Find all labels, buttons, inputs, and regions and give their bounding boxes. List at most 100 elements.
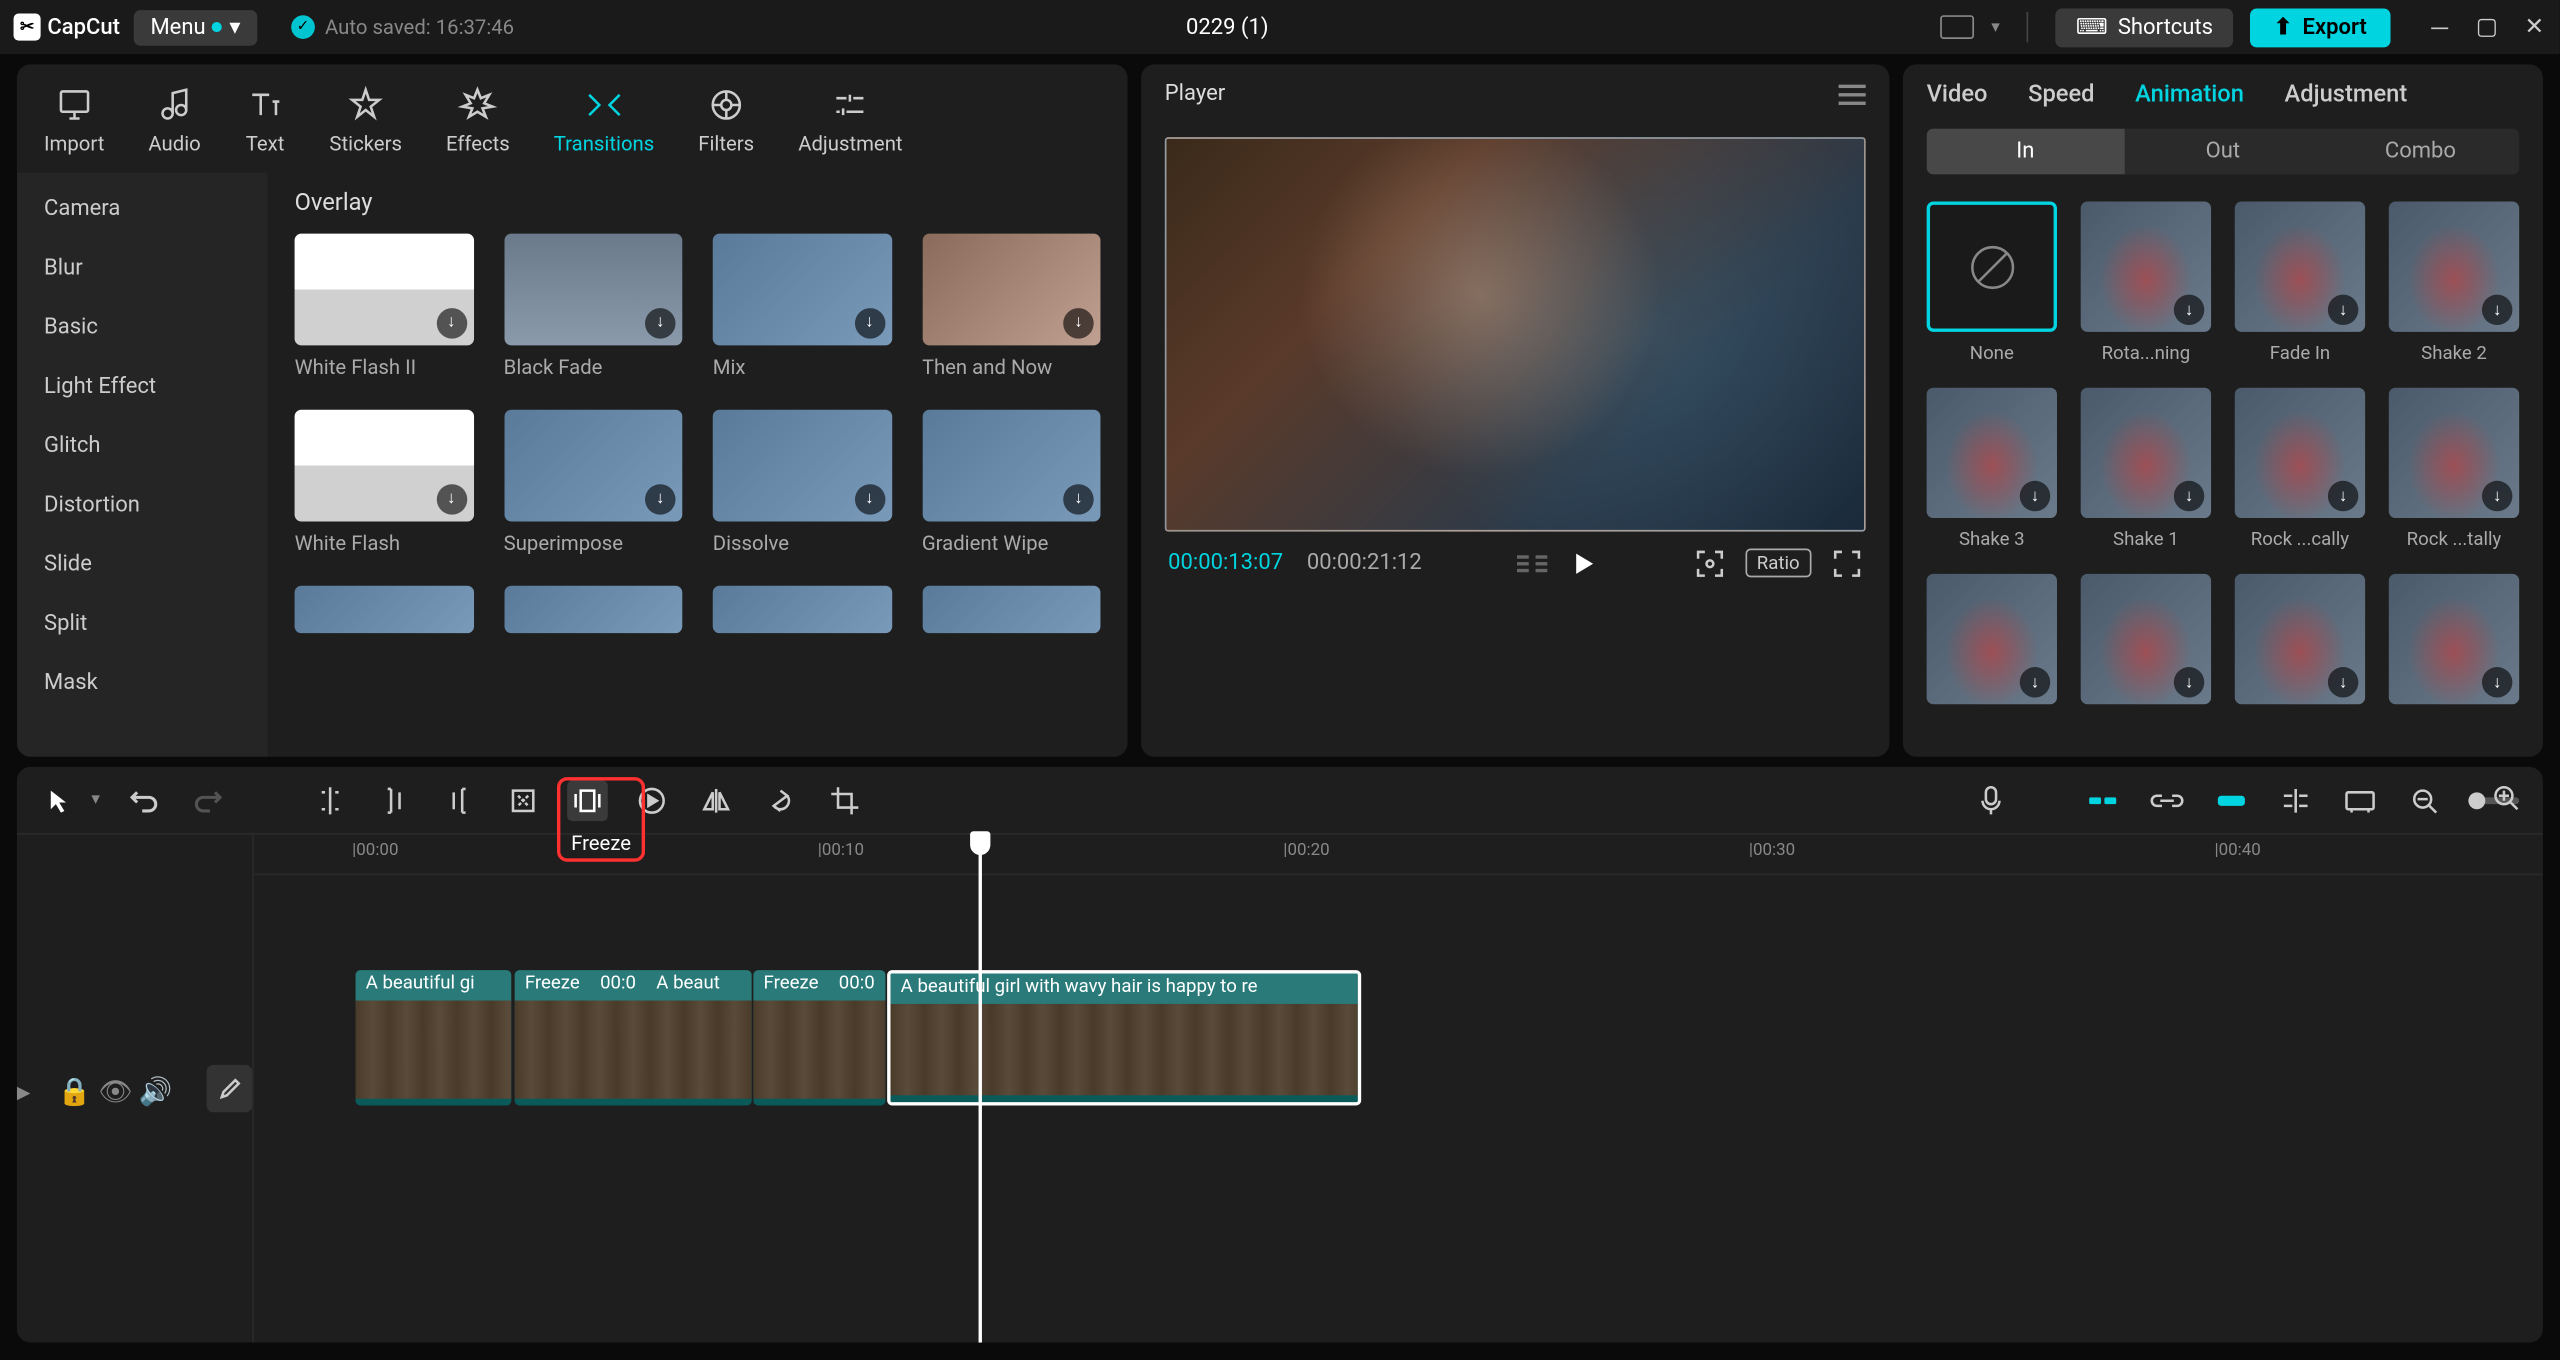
- asset-tab-adjustment[interactable]: Adjustment: [778, 78, 923, 163]
- category-light-effect[interactable]: Light Effect: [17, 357, 268, 416]
- category-slide[interactable]: Slide: [17, 535, 268, 594]
- minimize-button[interactable]: ─: [2428, 15, 2452, 39]
- shortcuts-button[interactable]: ⌨ Shortcuts: [2056, 8, 2234, 47]
- download-icon[interactable]: ↓: [2328, 295, 2358, 325]
- asset-tab-text[interactable]: Text: [224, 78, 305, 163]
- category-basic[interactable]: Basic: [17, 298, 268, 357]
- download-icon[interactable]: ↓: [854, 484, 884, 514]
- transition-item[interactable]: [713, 586, 892, 633]
- prop-tab-video[interactable]: Video: [1927, 81, 1988, 108]
- animation-item[interactable]: None: [1927, 201, 2057, 364]
- transition-item[interactable]: ↓Dissolve: [713, 410, 892, 555]
- anim-subtab-in[interactable]: In: [1927, 129, 2125, 175]
- transition-item[interactable]: ↓Superimpose: [504, 410, 683, 555]
- animation-item[interactable]: ↓: [2235, 574, 2365, 715]
- player-menu-icon[interactable]: [1839, 84, 1866, 104]
- anim-subtab-combo[interactable]: Combo: [2322, 129, 2519, 175]
- prop-tab-adjustment[interactable]: Adjustment: [2285, 81, 2408, 108]
- delete-tool[interactable]: [503, 780, 544, 821]
- transition-item[interactable]: ↓White Flash II: [295, 234, 474, 379]
- maximize-button[interactable]: ▢: [2475, 15, 2499, 39]
- select-tool[interactable]: [41, 780, 82, 821]
- redo-button[interactable]: [188, 780, 229, 821]
- download-icon[interactable]: ↓: [1063, 308, 1093, 338]
- download-icon[interactable]: ↓: [2482, 295, 2512, 325]
- download-icon[interactable]: ↓: [645, 308, 675, 338]
- download-icon[interactable]: ↓: [2174, 295, 2204, 325]
- chevron-down-icon[interactable]: ▾: [91, 791, 100, 810]
- mic-icon[interactable]: [1971, 780, 2012, 821]
- ratio-button[interactable]: Ratio: [1745, 549, 1812, 578]
- transition-item[interactable]: ↓Gradient Wipe: [922, 410, 1101, 555]
- timeline-clip[interactable]: Freeze00:0: [753, 970, 885, 1105]
- animation-item[interactable]: ↓: [2081, 574, 2211, 715]
- download-icon[interactable]: ↓: [2328, 481, 2358, 511]
- animation-item[interactable]: ↓Shake 1: [2081, 388, 2211, 551]
- speaker-icon[interactable]: 🔊: [139, 1075, 166, 1102]
- timeline-clip[interactable]: A beautiful girl with wavy hair is happy…: [887, 970, 1361, 1105]
- fullscreen-icon[interactable]: [1832, 548, 1862, 578]
- close-button[interactable]: ✕: [2523, 15, 2547, 39]
- animation-item[interactable]: ↓Rock ...tally: [2389, 388, 2519, 551]
- download-icon[interactable]: ↓: [2328, 667, 2358, 697]
- prop-tab-speed[interactable]: Speed: [2028, 81, 2094, 108]
- animation-item[interactable]: ↓Shake 2: [2389, 201, 2519, 364]
- zoom-out-icon[interactable]: [2404, 780, 2445, 821]
- category-split[interactable]: Split: [17, 594, 268, 653]
- animation-item[interactable]: ↓Rock ...cally: [2235, 388, 2365, 551]
- transition-item[interactable]: [295, 586, 474, 633]
- timeline-ruler[interactable]: |00:00|00:10|00:20|00:30|00:40: [254, 835, 2543, 876]
- preview-icon[interactable]: [2340, 780, 2381, 821]
- download-icon[interactable]: ↓: [2482, 667, 2512, 697]
- trim-right-tool[interactable]: [439, 780, 480, 821]
- asset-tab-effects[interactable]: Effects: [426, 78, 530, 163]
- chevron-down-icon[interactable]: ▾: [1991, 18, 2000, 37]
- asset-tab-audio[interactable]: Audio: [128, 78, 221, 163]
- trim-left-tool[interactable]: [374, 780, 415, 821]
- download-icon[interactable]: ↓: [2174, 667, 2204, 697]
- download-icon[interactable]: ↓: [854, 308, 884, 338]
- download-icon[interactable]: ↓: [645, 484, 675, 514]
- zoom-in-icon[interactable]: [2492, 784, 2519, 811]
- download-icon[interactable]: ↓: [2174, 481, 2204, 511]
- transition-item[interactable]: ↓Mix: [713, 234, 892, 379]
- focus-icon[interactable]: [1694, 548, 1724, 578]
- split-tool[interactable]: [310, 780, 351, 821]
- asset-tab-stickers[interactable]: Stickers: [309, 78, 422, 163]
- animation-item[interactable]: ↓: [2389, 574, 2519, 715]
- asset-tab-import[interactable]: Import: [24, 78, 125, 163]
- asset-tab-filters[interactable]: Filters: [678, 78, 775, 163]
- reverse-tool[interactable]: [632, 780, 673, 821]
- category-camera[interactable]: Camera: [17, 179, 268, 238]
- category-glitch[interactable]: Glitch: [17, 416, 268, 475]
- lock-icon[interactable]: 🔒: [58, 1075, 85, 1102]
- download-icon[interactable]: ↓: [1063, 484, 1093, 514]
- menu-button[interactable]: Menu ▾: [134, 9, 258, 45]
- freeze-tool[interactable]: [567, 780, 608, 821]
- eye-icon[interactable]: 👁: [98, 1075, 125, 1102]
- animation-item[interactable]: ↓Fade In: [2235, 201, 2365, 364]
- transition-item[interactable]: [922, 586, 1101, 633]
- layout-icon[interactable]: [1940, 15, 1974, 39]
- video-preview[interactable]: [1165, 137, 1866, 531]
- magnet-icon[interactable]: [2082, 780, 2123, 821]
- link-icon[interactable]: [2147, 780, 2188, 821]
- transition-item[interactable]: ↓Black Fade: [504, 234, 683, 379]
- download-icon[interactable]: ↓: [436, 308, 466, 338]
- timeline-tracks[interactable]: |00:00|00:10|00:20|00:30|00:40 A beautif…: [254, 835, 2543, 1343]
- download-icon[interactable]: ↓: [2482, 481, 2512, 511]
- prop-tab-animation[interactable]: Animation: [2135, 81, 2244, 108]
- animation-item[interactable]: ↓Shake 3: [1927, 388, 2057, 551]
- compare-icon[interactable]: [1517, 552, 1547, 576]
- animation-item[interactable]: ↓: [1927, 574, 2057, 715]
- edit-track-button[interactable]: [207, 1065, 253, 1112]
- download-icon[interactable]: ↓: [2020, 667, 2050, 697]
- rotate-tool[interactable]: [760, 780, 801, 821]
- animation-item[interactable]: ↓Rota...ning: [2081, 201, 2211, 364]
- play-button[interactable]: [1572, 550, 1599, 577]
- timeline-clip[interactable]: A beautiful gi: [356, 970, 512, 1105]
- anim-subtab-out[interactable]: Out: [2124, 129, 2322, 175]
- category-distortion[interactable]: Distortion: [17, 476, 268, 535]
- transition-item[interactable]: ↓Then and Now: [922, 234, 1101, 379]
- export-button[interactable]: ⬆ Export: [2250, 8, 2390, 47]
